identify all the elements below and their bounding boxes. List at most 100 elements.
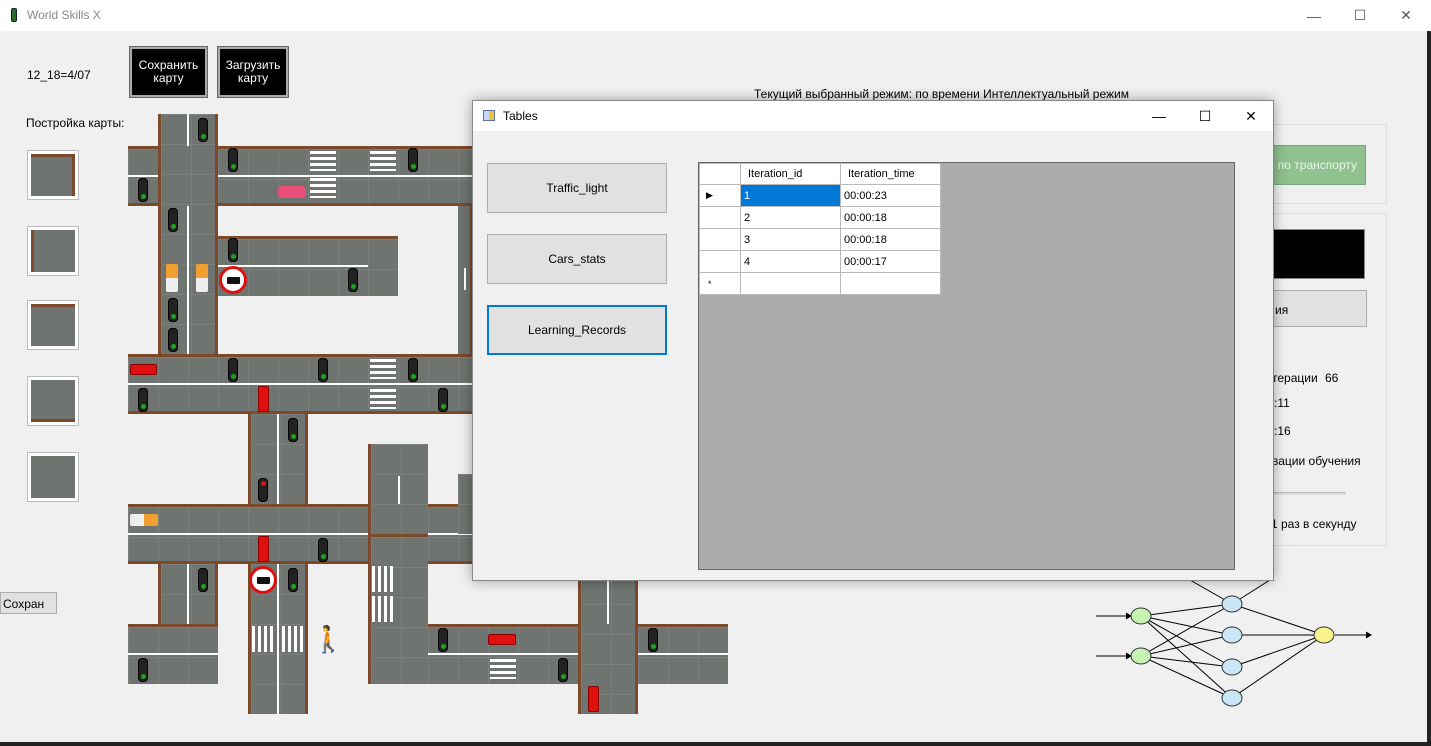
lane-line — [187, 564, 189, 624]
car-icon — [258, 536, 269, 562]
traffic-light-icon[interactable] — [138, 388, 148, 412]
column-header[interactable]: Iteration_id — [740, 163, 841, 185]
traffic-light-icon[interactable] — [648, 628, 658, 652]
traffic-light-icon[interactable] — [318, 358, 328, 382]
crosswalk — [372, 566, 394, 592]
dialog-minimize-button[interactable]: — — [1136, 101, 1182, 131]
traffic-light-icon[interactable] — [168, 328, 178, 352]
table-row[interactable]: ▶ 1 00:00:23 — [699, 184, 941, 207]
learning-records-table-button[interactable]: Learning_Records — [487, 305, 667, 355]
crosswalk — [490, 659, 516, 679]
id-label: 12_18=4/07 — [27, 68, 91, 82]
new-row[interactable]: * — [699, 272, 941, 295]
traffic-light-icon[interactable] — [438, 388, 448, 412]
lane-line — [464, 268, 466, 290]
learning-display — [1260, 229, 1365, 279]
no-trucks-sign-icon[interactable] — [249, 566, 277, 594]
cell-iteration-time[interactable]: 00:00:17 — [840, 250, 941, 273]
table-row[interactable]: 3 00:00:18 — [699, 228, 941, 251]
traffic-light-table-button[interactable]: Traffic_light — [487, 163, 667, 213]
dialog-close-button[interactable]: ✕ — [1228, 101, 1274, 131]
neural-network-diagram-icon — [1096, 580, 1372, 707]
traffic-light-icon[interactable] — [408, 358, 418, 382]
speed-slider[interactable] — [1274, 492, 1346, 495]
lane-line — [607, 574, 609, 624]
traffic-light-icon[interactable] — [288, 568, 298, 592]
row-header[interactable] — [699, 228, 741, 251]
traffic-light-icon[interactable] — [228, 148, 238, 172]
taskbar-edge — [0, 742, 1431, 746]
corner-header-cell[interactable] — [699, 163, 741, 185]
window-edge — [1427, 31, 1431, 746]
dialog-title: Tables — [503, 109, 538, 123]
traffic-light-icon[interactable] — [168, 298, 178, 322]
tile-edge-top[interactable] — [27, 300, 79, 350]
truck-icon — [166, 264, 178, 292]
transport-mode-button[interactable]: м по транспорту — [1260, 145, 1366, 185]
traffic-light-icon[interactable] — [438, 628, 448, 652]
crosswalk — [252, 626, 274, 652]
truck-icon — [196, 264, 208, 292]
cell-iteration-time[interactable] — [840, 272, 941, 295]
cell-iteration-id[interactable] — [740, 272, 841, 295]
table-row[interactable]: 2 00:00:18 — [699, 206, 941, 229]
cell-iteration-id[interactable]: 4 — [740, 250, 841, 273]
crosswalk — [370, 389, 396, 409]
car-icon — [278, 186, 306, 198]
tile-edge-bottom[interactable] — [27, 376, 79, 426]
crosswalk — [282, 626, 304, 652]
crosswalk — [372, 596, 394, 622]
load-map-button[interactable]: Загрузить карту — [218, 47, 288, 97]
traffic-light-icon[interactable] — [258, 478, 268, 502]
cell-iteration-id[interactable]: 3 — [740, 228, 841, 251]
save-map-button[interactable]: Сохранить карту — [130, 47, 207, 97]
minimize-button[interactable]: — — [1291, 0, 1337, 31]
learning-button[interactable]: ия — [1260, 290, 1367, 327]
form-icon — [483, 110, 495, 121]
traffic-light-icon[interactable] — [318, 538, 328, 562]
iterations-value: 66 — [1325, 371, 1339, 385]
traffic-light-icon[interactable] — [198, 118, 208, 142]
current-row-arrow-icon[interactable]: ▶ — [699, 184, 741, 207]
traffic-light-icon[interactable] — [168, 208, 178, 232]
crosswalk — [370, 359, 396, 379]
row-header[interactable] — [699, 206, 741, 229]
cell-iteration-id[interactable]: 2 — [740, 206, 841, 229]
data-grid[interactable]: Iteration_id Iteration_time ▶ 1 00:00:23… — [698, 162, 1235, 570]
save-small-button[interactable]: Сохран — [0, 592, 57, 614]
tile-corner-top-right[interactable] — [27, 150, 79, 200]
cell-iteration-time[interactable]: 00:00:18 — [840, 228, 941, 251]
close-button[interactable]: ✕ — [1383, 0, 1429, 31]
traffic-light-icon[interactable] — [228, 238, 238, 262]
cell-iteration-time[interactable]: 00:00:18 — [840, 206, 941, 229]
row-header[interactable] — [699, 250, 741, 273]
cars-stats-table-button[interactable]: Cars_stats — [487, 234, 667, 284]
traffic-light-app-icon — [11, 8, 17, 22]
traffic-light-icon[interactable] — [408, 148, 418, 172]
table-row[interactable]: 4 00:00:17 — [699, 250, 941, 273]
visualization-label: вации обучения — [1272, 454, 1361, 468]
traffic-light-icon[interactable] — [138, 178, 148, 202]
build-map-label: Постройка карты: — [26, 116, 125, 130]
column-header[interactable]: Iteration_time — [840, 163, 941, 185]
new-row-marker-icon[interactable]: * — [699, 272, 741, 295]
dialog-maximize-button[interactable]: ☐ — [1182, 101, 1228, 131]
traffic-light-icon[interactable] — [228, 358, 238, 382]
maximize-button[interactable]: ☐ — [1337, 0, 1383, 31]
lane-line — [218, 265, 368, 267]
traffic-light-icon[interactable] — [348, 268, 358, 292]
tile-plain[interactable] — [27, 452, 79, 502]
dialog-title-bar: Tables — ☐ ✕ — [473, 101, 1273, 131]
traffic-light-icon[interactable] — [558, 658, 568, 682]
cell-iteration-time[interactable]: 00:00:23 — [840, 184, 941, 207]
traffic-light-icon[interactable] — [138, 658, 148, 682]
mode-text: Текущий выбранный режим: по времени Инте… — [754, 87, 1129, 101]
traffic-light-icon[interactable] — [288, 418, 298, 442]
traffic-light-icon[interactable] — [198, 568, 208, 592]
no-trucks-sign-icon[interactable] — [219, 266, 247, 294]
iterations-label: терации — [1272, 371, 1318, 385]
cell-iteration-id[interactable]: 1 — [740, 184, 841, 207]
crosswalk — [370, 151, 396, 171]
window-title: World Skills X — [27, 8, 101, 22]
tile-edge-left[interactable] — [27, 226, 79, 276]
